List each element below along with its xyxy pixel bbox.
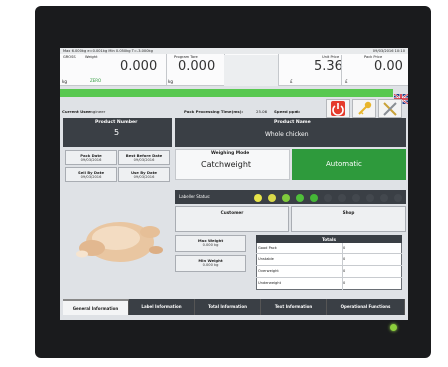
weighing-mode-value: Catchweight bbox=[201, 160, 252, 169]
scale-info: Max 6.000kg e=0.001kg Min 0.050kg T=-3.0… bbox=[63, 48, 153, 53]
divider bbox=[341, 55, 342, 86]
customer-button[interactable]: Customer bbox=[175, 206, 289, 232]
totals-row-value: 0 bbox=[343, 269, 346, 273]
status-light-icon bbox=[352, 194, 360, 202]
totals-row-label: Underweight bbox=[258, 281, 281, 285]
divider bbox=[342, 243, 343, 290]
power-icon bbox=[331, 101, 345, 116]
status-light-icon bbox=[380, 194, 388, 202]
pack-date-button[interactable]: Pack Date 09/03/2016 bbox=[65, 150, 117, 165]
tare-value: 0.000 bbox=[178, 59, 216, 74]
zero-indicator: ZERO bbox=[90, 78, 102, 83]
totals-row-value: 0 bbox=[343, 246, 346, 250]
status-light-icon bbox=[296, 194, 304, 202]
max-weight-value: 0.000 kg bbox=[202, 243, 219, 247]
product-name-label: Product Name bbox=[274, 120, 311, 125]
best-before-value: 09/03/2016 bbox=[133, 158, 155, 162]
pack-time-value: 25.06 bbox=[256, 109, 268, 114]
totals-row-value: 0 bbox=[343, 257, 346, 261]
min-weight-button[interactable]: Min Weight 0.000 kg bbox=[175, 255, 246, 272]
tab-label-information[interactable]: Label Information bbox=[129, 299, 195, 315]
use-by-button[interactable]: Use By Date 09/03/2016 bbox=[118, 167, 170, 182]
key-icon bbox=[358, 101, 372, 115]
pack-price-currency: £ bbox=[345, 79, 348, 84]
pack-date-value: 09/03/2016 bbox=[80, 158, 102, 162]
shop-label: Shop bbox=[342, 210, 355, 215]
datetime: 09/03/2016 10:10 bbox=[372, 48, 405, 53]
status-light-icon bbox=[394, 194, 402, 202]
status-light-icon bbox=[282, 194, 290, 202]
empty-panel bbox=[224, 55, 278, 86]
totals-row-label: Overweight bbox=[258, 269, 279, 273]
status-light-icon bbox=[366, 194, 374, 202]
status-light-icon bbox=[254, 194, 262, 202]
tools-icon bbox=[383, 102, 397, 116]
product-name-value: Whole chicken bbox=[265, 131, 309, 138]
status-light-icon bbox=[268, 194, 276, 202]
pack-price-value: 0.00 bbox=[374, 59, 403, 74]
tab-general-information[interactable]: General Information bbox=[63, 299, 129, 315]
tab-total-information[interactable]: Total Information bbox=[195, 299, 261, 315]
shop-button[interactable]: Shop bbox=[291, 206, 406, 232]
tare-unit: kg bbox=[168, 79, 174, 84]
tare-label: Program Tare bbox=[174, 54, 198, 59]
divider bbox=[166, 54, 167, 86]
customer-label: Customer bbox=[220, 210, 244, 215]
min-weight-value: 0.000 kg bbox=[202, 263, 219, 267]
totals-title: Totals bbox=[322, 236, 336, 242]
unit-price-label: Unit Price bbox=[322, 54, 340, 59]
hmi-screen: Max 6.000kg e=0.001kg Min 0.050kg T=-3.0… bbox=[60, 48, 408, 320]
tab-operational-functions[interactable]: Operational Functions bbox=[327, 299, 405, 315]
product-number-value: 5 bbox=[114, 128, 120, 137]
sell-by-value: 09/03/2016 bbox=[80, 175, 102, 179]
pack-time-label: Pack Processing Time(ms): bbox=[184, 109, 244, 114]
automatic-mode-label: Automatic bbox=[326, 160, 362, 168]
stability-bar bbox=[60, 89, 393, 97]
max-weight-button[interactable]: Max Weight 0.000 kg bbox=[175, 235, 246, 252]
totals-row-value: 0 bbox=[343, 281, 346, 285]
pack-price-label: Pack Price bbox=[364, 54, 383, 59]
labeller-status-label: Labeller Status: bbox=[179, 194, 211, 199]
unit-price-value: 5.36 bbox=[314, 59, 343, 74]
current-user: engineer bbox=[88, 109, 106, 114]
tab-text-information[interactable]: Text Information bbox=[261, 299, 327, 315]
status-light-icon bbox=[324, 194, 332, 202]
gross-weight-value: 0.000 bbox=[120, 59, 158, 74]
gross-label: GROSS bbox=[63, 54, 76, 59]
unit-price-currency: £ bbox=[290, 79, 293, 84]
product-image bbox=[72, 210, 164, 268]
best-before-button[interactable]: Best Before Date 09/03/2016 bbox=[118, 150, 170, 165]
key-button[interactable] bbox=[352, 99, 376, 118]
status-light-icon bbox=[338, 194, 346, 202]
divider bbox=[278, 54, 279, 86]
speed-value: 0 bbox=[296, 109, 299, 114]
table-row bbox=[256, 254, 402, 266]
weighing-mode-label: Weighing Mode bbox=[211, 151, 250, 156]
totals-row-label: Good Pack bbox=[258, 246, 277, 250]
use-by-value: 09/03/2016 bbox=[133, 175, 155, 179]
table-row bbox=[256, 243, 402, 254]
sell-by-button[interactable]: Sell By Date 09/03/2016 bbox=[65, 167, 117, 182]
power-button[interactable] bbox=[326, 99, 350, 118]
status-light-icon bbox=[310, 194, 318, 202]
tools-button[interactable] bbox=[378, 99, 402, 118]
gross-unit: kg bbox=[62, 79, 68, 84]
product-number-label: Product Number bbox=[95, 120, 138, 125]
power-led bbox=[390, 324, 397, 331]
weight-label: Weight bbox=[85, 54, 98, 59]
totals-row-label: Unstable bbox=[258, 257, 274, 261]
